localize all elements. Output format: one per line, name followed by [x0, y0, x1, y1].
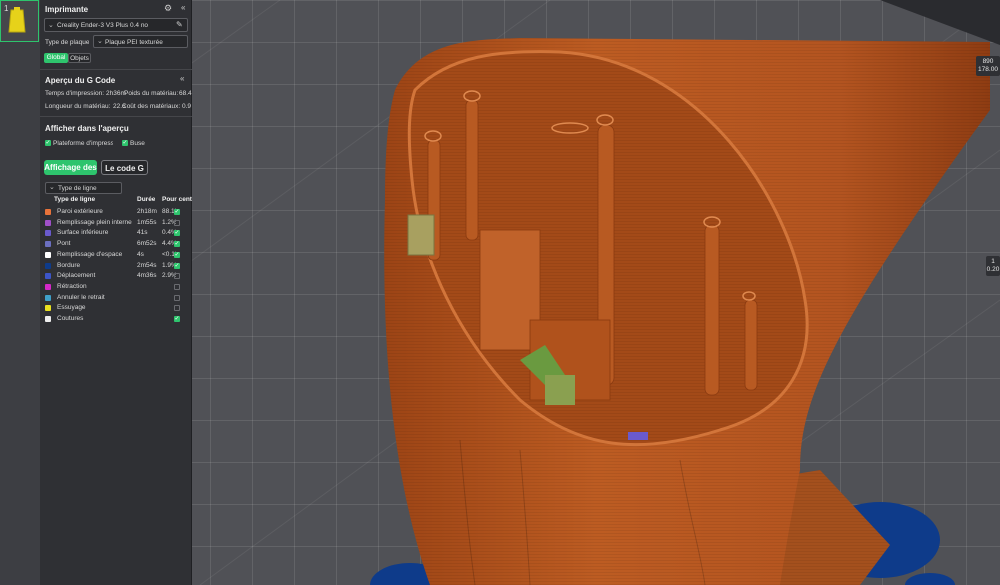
- printer-name: Creality Ender-3 V3 Plus 0.4 no: [57, 22, 149, 29]
- legend-item-label: Essuyage: [57, 304, 86, 312]
- printer-selector[interactable]: ⌄ Creality Ender-3 V3 Plus 0.4 no ✎: [44, 18, 188, 32]
- line-type-dropdown-value: Type de ligne: [58, 185, 97, 192]
- layer-top-height: 178.00: [978, 66, 998, 73]
- legend-item-checkbox[interactable]: [174, 305, 180, 312]
- legend-color-swatch: [45, 316, 51, 322]
- legend-item-checkbox[interactable]: [174, 273, 180, 280]
- edit-pencil-icon[interactable]: ✎: [176, 20, 183, 29]
- legend-item-label: Remplissage d'espace: [57, 250, 123, 258]
- legend-item-duration: 4m36s: [137, 272, 157, 280]
- show-in-preview-title: Afficher dans l'aperçu: [45, 124, 129, 133]
- legend-item-checkbox[interactable]: [174, 283, 180, 290]
- object-thumbnail[interactable]: 1: [0, 0, 39, 42]
- legend-item-duration: 41s: [137, 229, 148, 237]
- tab-objects[interactable]: Objets: [68, 53, 91, 63]
- plate-type-label: Type de plaque: [45, 39, 90, 46]
- legend-item-checkbox[interactable]: ✓: [174, 209, 180, 215]
- legend-item-duration: 2h18m: [137, 208, 157, 215]
- legend-item-label: Rétraction: [57, 282, 87, 290]
- legend-item-label: Coutures: [57, 315, 84, 322]
- material-weight-value: 68.4: [179, 90, 192, 97]
- legend-item-checkbox[interactable]: [174, 219, 180, 226]
- legend-color-swatch: [45, 305, 51, 312]
- legend-color-swatch: [45, 230, 51, 237]
- gcode-preview-title: Aperçu du G Code: [45, 76, 116, 85]
- legend-color-swatch: [45, 251, 51, 258]
- gcode-button[interactable]: Le code G: [101, 160, 148, 175]
- legend-item-checkbox[interactable]: ✓: [174, 230, 180, 237]
- plate-type-selector[interactable]: ⌄ Plaque PEI texturée: [93, 35, 188, 48]
- layer-top-value: 890: [982, 58, 994, 65]
- print-time-value: 2h36m: [106, 90, 126, 97]
- collapse-panel-icon[interactable]: «: [181, 3, 185, 12]
- legend-color-swatch: [45, 294, 51, 301]
- legend-item-label: Surface inférieure: [57, 229, 109, 237]
- print-time-label: Temps d'impression:: [45, 90, 105, 97]
- legend-item-label: Pont: [57, 240, 71, 248]
- legend-color-swatch: [45, 219, 51, 226]
- object-preview-icon: [8, 7, 26, 33]
- object-list-column: 1: [0, 0, 40, 585]
- legend-color-swatch: [45, 209, 51, 215]
- chevron-down-icon: ⌄: [48, 22, 54, 29]
- legend-item-label: Annuler le retrait: [57, 293, 105, 301]
- legend-item-checkbox[interactable]: ✓: [174, 241, 180, 248]
- checkbox-plate-label: Plateforme d'impression: [53, 140, 113, 147]
- tab-global[interactable]: Global: [44, 53, 68, 63]
- collapse-gcode-icon[interactable]: «: [180, 74, 184, 83]
- layer-side-value: 1: [991, 258, 995, 265]
- material-length-label: Longueur du matériau:: [45, 103, 111, 110]
- legend-color-swatch: [45, 273, 51, 280]
- checkbox-nozzle-label: Buse: [130, 140, 145, 147]
- settings-panel: Imprimante ⚙ « ⌄ Creality Ender-3 V3 Plu…: [40, 0, 192, 585]
- printer-title: Imprimante: [45, 5, 89, 14]
- column-header-duration: Durée: [137, 196, 156, 203]
- plate-type-value: Plaque PEI texturée: [105, 39, 163, 46]
- divider: [40, 116, 192, 117]
- legend-item-duration: 2m54s: [137, 261, 157, 269]
- material-weight-label: Poids du matériau:: [124, 90, 179, 97]
- legend-color-swatch: [45, 283, 51, 290]
- chevron-down-icon: ⌄: [97, 38, 103, 45]
- material-cost-label: Coût des matériaux:: [122, 103, 181, 110]
- material-cost-value: 0.9: [182, 103, 192, 110]
- checkbox-plate[interactable]: ✓: [45, 140, 51, 146]
- legend-item-duration: 1m55s: [137, 218, 157, 226]
- column-header-percent: Pour cent: [162, 196, 192, 203]
- legend-item-label: Déplacement: [57, 272, 96, 280]
- legend-item-checkbox[interactable]: ✓: [174, 316, 180, 322]
- legend-item-label: Bordure: [57, 261, 81, 269]
- layer-side-height: 0.20: [986, 266, 1000, 273]
- checkbox-nozzle[interactable]: ✓: [122, 140, 128, 146]
- divider: [40, 69, 192, 70]
- gear-icon[interactable]: ⚙: [164, 3, 172, 14]
- legend-color-swatch: [45, 241, 51, 248]
- display-mode-button[interactable]: Affichage des: [44, 160, 97, 175]
- legend-color-swatch: [45, 262, 51, 269]
- legend-item-label: Paroi extérieure: [57, 208, 103, 215]
- layer-top-readout[interactable]: 890 178.00: [976, 56, 1000, 76]
- line-type-dropdown[interactable]: ⌄ Type de ligne: [45, 182, 122, 194]
- legend-item-label: Remplissage plein interne: [57, 218, 132, 226]
- column-header-type: Type de ligne: [54, 196, 96, 203]
- legend-item-checkbox[interactable]: [174, 294, 180, 301]
- legend-item-checkbox[interactable]: ✓: [174, 262, 180, 269]
- layer-side-readout[interactable]: 1 0.20: [986, 256, 1000, 276]
- legend-item-duration: 4s: [137, 250, 144, 258]
- chevron-down-icon: ⌄: [49, 184, 55, 191]
- legend-item-checkbox[interactable]: ✓: [174, 251, 180, 258]
- legend-item-duration: 6m52s: [137, 240, 157, 248]
- view-corner-shade-right: [880, 0, 1000, 45]
